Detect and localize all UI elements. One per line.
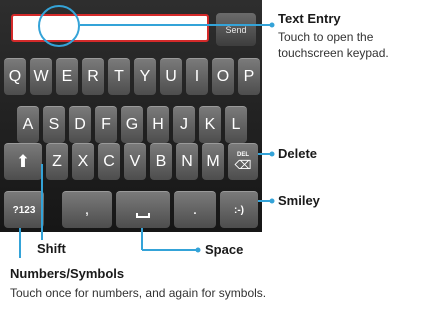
space-label-callout: Space [205, 242, 244, 257]
text-entry-desc-line-2: touchscreen keypad. [278, 46, 389, 60]
numbers-symbols-title: Numbers/Symbols [10, 266, 125, 281]
text-entry-title: Text Entry [278, 11, 341, 26]
text-entry-callout-dot [269, 22, 275, 28]
smiley-callout-dot [269, 198, 275, 204]
space-callout-dot [195, 247, 201, 253]
smiley-label-callout: Smiley [278, 193, 320, 208]
numbers-symbols-desc: Touch once for numbers, and again for sy… [10, 286, 267, 300]
delete-label-callout: Delete [278, 146, 318, 161]
delete-callout-dot [269, 151, 275, 157]
shift-label-callout: Shift [37, 241, 66, 256]
text-entry-desc-line-1: Touch to open the [278, 30, 374, 44]
